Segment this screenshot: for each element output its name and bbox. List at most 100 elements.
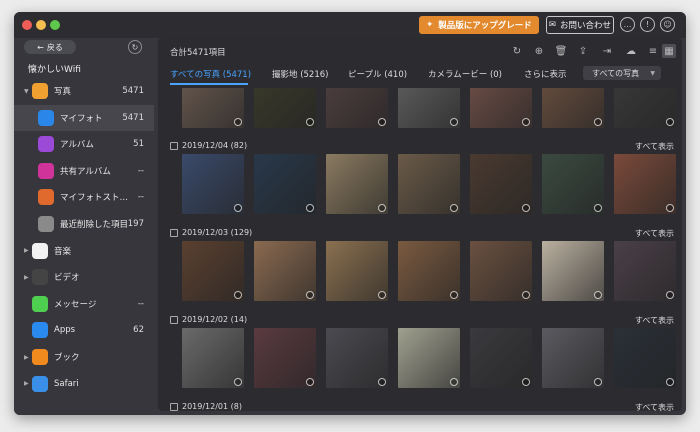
sidebar-item-count: 5471	[122, 112, 144, 123]
account-icon[interactable]: ☺	[660, 17, 675, 32]
photo-thumbnail[interactable]	[614, 154, 676, 214]
back-label: 戻る	[46, 42, 63, 52]
photo-status-icon	[522, 291, 530, 299]
show-all-link[interactable]: すべて表示	[635, 402, 674, 411]
photo-thumbnail[interactable]	[254, 154, 316, 214]
group-select-checkbox[interactable]	[170, 228, 178, 237]
sidebar-item-label: アルバム	[60, 140, 94, 151]
photo-status-icon	[378, 204, 386, 212]
cloud-upload-icon[interactable]: ☁	[624, 44, 638, 58]
photo-thumbnail[interactable]	[326, 328, 388, 388]
trash-icon	[38, 216, 54, 232]
photo-thumbnail[interactable]	[470, 328, 532, 388]
zoom-window-button[interactable]	[50, 20, 60, 30]
sidebar-item-label: 共有アルバム	[60, 166, 111, 177]
photo-thumbnail[interactable]	[542, 88, 604, 128]
filter-dropdown[interactable]: すべての写真 ▼	[583, 66, 661, 80]
close-window-button[interactable]	[22, 20, 32, 30]
date-group-header: 2019/12/04 (82)	[170, 141, 247, 150]
sidebar-item-label: 写真	[54, 87, 72, 97]
photo-status-icon	[666, 291, 674, 299]
chevron-right-icon[interactable]: ▶	[24, 274, 29, 281]
refresh-icon[interactable]: ↻	[128, 40, 142, 54]
photo-thumbnail[interactable]	[182, 241, 244, 301]
photo-thumbnail[interactable]	[398, 88, 460, 128]
list-view-icon[interactable]: ≡	[646, 44, 660, 58]
photo-thumbnail[interactable]	[398, 328, 460, 388]
sidebar-item-label: マイフォト	[60, 113, 103, 124]
book-icon	[32, 349, 48, 365]
photo-thumbnail[interactable]	[542, 154, 604, 214]
back-button[interactable]: ← 戻る	[24, 40, 76, 54]
chevron-right-icon[interactable]: ▶	[24, 380, 29, 387]
feedback-icon[interactable]: …	[620, 17, 635, 32]
sidebar-item-count: --	[137, 192, 144, 203]
sidebar-item[interactable]: ▶ Safari	[14, 371, 154, 397]
photo-thumbnail[interactable]	[182, 154, 244, 214]
safari-icon	[32, 375, 48, 392]
sidebar-item[interactable]: マイフォト 5471	[14, 104, 154, 131]
sidebar-item-label: 最近削除した項目	[60, 220, 129, 230]
photo-thumbnail[interactable]	[326, 88, 388, 128]
sidebar-item[interactable]: ▶ ビデオ	[14, 264, 154, 290]
chevron-right-icon[interactable]: ▶	[24, 247, 29, 254]
sidebar-item[interactable]: メッセージ --	[14, 291, 154, 317]
photo-status-icon	[522, 378, 530, 386]
tab-all-photos[interactable]: すべての写真 (5471)	[170, 68, 251, 80]
contact-button[interactable]: ✉ お問い合わせ	[546, 16, 614, 34]
photo-thumbnail[interactable]	[326, 154, 388, 214]
sidebar-item[interactable]: Apps 62	[14, 317, 154, 343]
photo-status-icon	[306, 118, 314, 126]
contact-label: お問い合わせ	[560, 21, 612, 31]
photo-thumbnail[interactable]	[182, 328, 244, 388]
sidebar-item[interactable]: ▼ 写真 5471	[14, 78, 154, 104]
message-icon	[32, 295, 48, 312]
sidebar-item[interactable]: アルバム 51	[14, 131, 154, 157]
tab-camera-movie[interactable]: カメラムービー (0)	[428, 68, 502, 80]
export-icon[interactable]: ⇪	[576, 44, 590, 58]
delete-icon[interactable]: 🗑	[554, 44, 568, 58]
photo-thumbnail[interactable]	[614, 328, 676, 388]
photo-thumbnail[interactable]	[326, 241, 388, 301]
tab-places[interactable]: 撮影地 (5216)	[272, 68, 328, 80]
photo-thumbnail[interactable]	[542, 241, 604, 301]
photo-thumbnail[interactable]	[542, 328, 604, 388]
photo-thumbnail[interactable]	[614, 241, 676, 301]
photo-thumbnail[interactable]	[254, 328, 316, 388]
upgrade-button[interactable]: ✦ 製品版にアップグレード	[419, 16, 539, 34]
group-select-checkbox[interactable]	[170, 141, 178, 150]
chevron-right-icon[interactable]: ▶	[24, 354, 29, 361]
tab-more[interactable]: さらに表示	[524, 68, 567, 80]
add-icon[interactable]: ⊕	[532, 44, 546, 58]
sidebar-item[interactable]: 最近削除した項目 197	[14, 211, 154, 237]
photo-thumbnail[interactable]	[614, 88, 676, 128]
minimize-window-button[interactable]	[36, 20, 46, 30]
music-icon	[32, 242, 48, 259]
chevron-down-icon[interactable]: ▼	[24, 88, 29, 95]
show-all-link[interactable]: すべて表示	[635, 141, 674, 152]
group-select-checkbox[interactable]	[170, 315, 178, 324]
sidebar-item[interactable]: ▶ ブック	[14, 344, 154, 370]
sidebar-item[interactable]: 共有アルバム --	[14, 158, 154, 184]
photo-thumbnail[interactable]	[254, 241, 316, 301]
photo-thumbnail[interactable]	[470, 154, 532, 214]
photo-thumbnail[interactable]	[398, 241, 460, 301]
refresh-icon[interactable]: ↻	[510, 44, 524, 58]
photo-thumbnail[interactable]	[398, 154, 460, 214]
total-count: 合計5471項目	[170, 48, 226, 58]
date-group-header: 2019/12/02 (14)	[170, 315, 247, 324]
photo-thumbnail[interactable]	[182, 88, 244, 128]
show-all-link[interactable]: すべて表示	[635, 315, 674, 326]
tab-people[interactable]: ピープル (410)	[348, 68, 407, 80]
sidebar-item[interactable]: マイフォトスト… --	[14, 184, 154, 210]
group-select-checkbox[interactable]	[170, 402, 178, 411]
grid-view-icon[interactable]: ▦	[662, 44, 676, 58]
import-icon[interactable]: ⇥	[600, 44, 614, 58]
photo-thumbnail[interactable]	[254, 88, 316, 128]
photo-thumbnail[interactable]	[470, 88, 532, 128]
photo-thumbnail[interactable]	[470, 241, 532, 301]
notification-icon[interactable]: !	[640, 17, 655, 32]
photo-status-icon	[306, 291, 314, 299]
show-all-link[interactable]: すべて表示	[635, 228, 674, 239]
sidebar-item[interactable]: ▶ 音楽	[14, 238, 154, 264]
